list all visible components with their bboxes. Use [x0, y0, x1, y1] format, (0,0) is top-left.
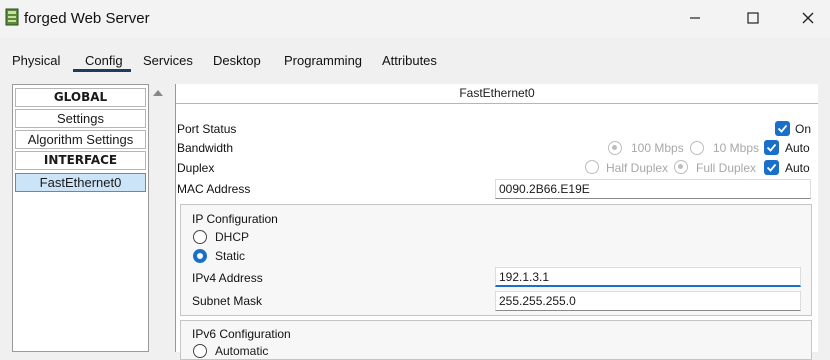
tab-services[interactable]: Services — [143, 53, 193, 68]
panel-header: FastEthernet0 — [176, 84, 818, 104]
window-title: forged Web Server — [24, 10, 150, 27]
duplex-auto-checkbox[interactable] — [764, 160, 779, 175]
bandwidth-label: Bandwidth — [177, 141, 234, 155]
bandwidth-10-radio[interactable] — [690, 141, 704, 155]
ip-configuration-title: IP Configuration — [192, 212, 278, 226]
sidebar-scrollbar[interactable] — [150, 84, 166, 352]
checkmark-icon — [766, 163, 777, 172]
bandwidth-100-label: 100 Mbps — [631, 141, 684, 155]
close-button[interactable] — [785, 4, 830, 32]
sidebar-item-fastethernet0[interactable]: FastEthernet0 — [15, 173, 146, 192]
duplex-auto-label: Auto — [785, 161, 810, 175]
bandwidth-auto-label: Auto — [785, 141, 810, 155]
ipv6-automatic-radio[interactable] — [193, 344, 207, 358]
subnet-mask-field[interactable]: 255.255.255.0 — [495, 291, 801, 311]
active-tab-indicator — [73, 69, 131, 72]
sidebar-header-interface: INTERFACE — [15, 151, 146, 170]
ipv4-address-field[interactable]: 192.1.3.1 — [495, 267, 801, 287]
scroll-up-icon[interactable] — [153, 90, 163, 96]
bandwidth-10-label: 10 Mbps — [713, 141, 760, 155]
tab-physical[interactable]: Physical — [12, 53, 60, 68]
tab-programming[interactable]: Programming — [284, 53, 362, 68]
static-radio[interactable] — [193, 249, 207, 263]
tab-desktop[interactable]: Desktop — [213, 53, 261, 68]
sidebar-item-settings[interactable]: Settings — [15, 109, 146, 128]
mac-address-field[interactable]: 0090.2B66.E19E — [495, 179, 811, 199]
port-status-on-label: On — [795, 122, 812, 136]
checkmark-icon — [766, 143, 777, 152]
sidebar-header-global: GLOBAL — [15, 88, 146, 107]
static-label: Static — [215, 249, 246, 263]
dhcp-radio[interactable] — [193, 230, 207, 244]
dhcp-label: DHCP — [215, 230, 250, 244]
close-icon — [802, 12, 814, 24]
tab-attributes[interactable]: Attributes — [382, 53, 437, 68]
title-bar: forged Web Server — [0, 0, 830, 38]
sidebar: GLOBAL Settings Algorithm Settings INTER… — [12, 84, 149, 352]
duplex-half-label: Half Duplex — [606, 161, 669, 175]
checkmark-icon — [777, 124, 788, 133]
app-icon — [5, 8, 19, 26]
duplex-full-radio[interactable] — [674, 160, 688, 174]
ipv6-automatic-label: Automatic — [215, 344, 269, 358]
minimize-icon — [690, 17, 700, 19]
port-status-label: Port Status — [177, 122, 237, 136]
mac-address-label: MAC Address — [177, 182, 251, 196]
ipv6-configuration-title: IPv6 Configuration — [192, 327, 291, 341]
minimize-button[interactable] — [672, 4, 718, 32]
duplex-full-label: Full Duplex — [696, 161, 757, 175]
tab-config[interactable]: Config — [85, 53, 123, 68]
bandwidth-100-radio[interactable] — [608, 141, 622, 155]
ipv4-address-label: IPv4 Address — [192, 271, 263, 285]
sidebar-item-algorithm-settings[interactable]: Algorithm Settings — [15, 130, 146, 149]
duplex-half-radio[interactable] — [585, 160, 599, 174]
duplex-label: Duplex — [177, 161, 215, 175]
maximize-icon — [747, 12, 759, 24]
bandwidth-auto-checkbox[interactable] — [764, 140, 779, 155]
subnet-mask-label: Subnet Mask — [192, 294, 263, 308]
maximize-button[interactable] — [730, 4, 776, 32]
port-status-checkbox[interactable] — [775, 121, 790, 136]
